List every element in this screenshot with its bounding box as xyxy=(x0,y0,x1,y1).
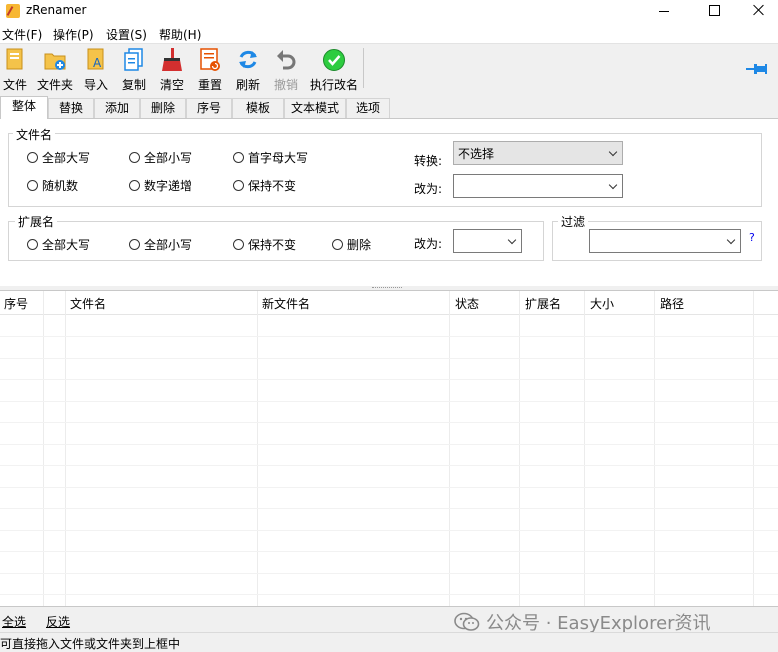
undo-icon xyxy=(277,50,296,70)
grid-row-line xyxy=(0,487,778,488)
chevron-down-icon xyxy=(608,180,618,190)
tab-sequence[interactable]: 序号 xyxy=(186,98,232,118)
tab-options[interactable]: 选项 xyxy=(346,98,390,118)
import-icon: A xyxy=(87,48,104,70)
minimize-button[interactable] xyxy=(640,0,686,22)
import-button[interactable]: A 导入 xyxy=(81,46,111,92)
extension-group-title: 扩展名 xyxy=(15,213,58,230)
tab-bar: 整体 替换 添加 删除 序号 模板 文本模式 选项 xyxy=(0,96,778,119)
convert-select[interactable]: 不选择 xyxy=(453,141,623,165)
tab-delete[interactable]: 删除 xyxy=(140,98,186,118)
ext-uppercase-radio[interactable]: 全部大写 xyxy=(27,236,90,253)
undo-button[interactable]: 撤销 xyxy=(271,46,301,92)
folder-add-icon xyxy=(44,53,66,70)
grid-row-line xyxy=(0,551,778,552)
tab-add[interactable]: 添加 xyxy=(94,98,140,118)
filename-uppercase-radio[interactable]: 全部大写 xyxy=(27,149,90,166)
grid-row-line xyxy=(0,594,778,595)
filename-lowercase-radio[interactable]: 全部小写 xyxy=(129,149,192,166)
ext-lowercase-radio[interactable]: 全部小写 xyxy=(129,236,192,253)
copy-button[interactable]: 复制 xyxy=(119,46,149,92)
filename-group-title: 文件名 xyxy=(13,126,56,143)
wechat-icon xyxy=(454,612,480,631)
title-bar: zRenamer xyxy=(0,0,778,22)
close-button[interactable] xyxy=(736,0,778,22)
select-all-link[interactable]: 全选 xyxy=(2,613,26,630)
filter-group-title: 过滤 xyxy=(558,213,589,230)
window-title: zRenamer xyxy=(26,3,87,17)
copy-icon xyxy=(124,48,143,71)
col-index[interactable]: 序号 xyxy=(4,295,28,312)
grid-row-line xyxy=(0,465,778,466)
toolbar: 文件 文件夹 A 导入 复制 清空 重置 刷新 撤销 执行改名 xyxy=(0,44,778,92)
file-button[interactable]: 文件 xyxy=(0,46,30,92)
grid-row-line xyxy=(0,444,778,445)
clear-button[interactable]: 清空 xyxy=(157,46,187,92)
col-new-filename[interactable]: 新文件名 xyxy=(262,295,310,312)
filename-keep-radio[interactable]: 保持不变 xyxy=(233,177,296,194)
filename-change-label: 改为: xyxy=(414,182,443,196)
menu-settings[interactable]: 设置(S) xyxy=(106,26,147,43)
grid-row-line xyxy=(0,422,778,423)
col-extension[interactable]: 扩展名 xyxy=(525,295,561,312)
convert-label: 转换: xyxy=(414,154,443,168)
toolbar-separator xyxy=(363,48,364,88)
filename-capitalize-radio[interactable]: 首字母大写 xyxy=(233,149,308,166)
filename-random-radio[interactable]: 随机数 xyxy=(27,177,78,194)
status-bar: 可直接拖入文件或文件夹到上框中 xyxy=(0,632,778,651)
grid-header: 序号 文件名 新文件名 状态 扩展名 大小 路径 xyxy=(0,291,778,315)
menu-help[interactable]: 帮助(H) xyxy=(159,26,201,43)
file-icon xyxy=(6,48,23,70)
grid-row-line xyxy=(0,358,778,359)
maximize-button[interactable] xyxy=(690,0,736,22)
file-grid[interactable]: 序号 文件名 新文件名 状态 扩展名 大小 路径 xyxy=(0,290,778,606)
grid-row-line xyxy=(0,530,778,531)
menu-operation[interactable]: 操作(P) xyxy=(53,26,94,43)
chevron-down-icon xyxy=(726,235,736,245)
grid-row-line xyxy=(0,401,778,402)
execute-rename-button[interactable]: 执行改名 xyxy=(308,46,360,92)
refresh-icon xyxy=(239,50,257,69)
tab-text-mode[interactable]: 文本模式 xyxy=(284,98,346,118)
grid-row-line xyxy=(0,573,778,574)
grid-row-line xyxy=(0,508,778,509)
refresh-button[interactable]: 刷新 xyxy=(233,46,263,92)
filter-help-link[interactable]: ? xyxy=(749,231,755,244)
invert-selection-link[interactable]: 反选 xyxy=(46,613,70,630)
app-icon xyxy=(6,4,20,18)
folder-button[interactable]: 文件夹 xyxy=(35,46,75,92)
menu-bar: 文件(F) 操作(P) 设置(S) 帮助(H) xyxy=(0,22,778,44)
ext-keep-radio[interactable]: 保持不变 xyxy=(233,236,296,253)
grid-row-line xyxy=(0,379,778,380)
menu-file[interactable]: 文件(F) xyxy=(2,26,42,43)
tab-overall[interactable]: 整体 xyxy=(0,96,48,119)
chevron-down-icon xyxy=(608,147,618,157)
col-filename[interactable]: 文件名 xyxy=(70,295,106,312)
pin-icon[interactable] xyxy=(746,62,768,76)
filename-group xyxy=(8,133,762,207)
ext-delete-radio[interactable]: 删除 xyxy=(332,236,371,253)
filename-change-select[interactable] xyxy=(453,174,623,198)
col-status[interactable]: 状态 xyxy=(455,295,479,312)
ext-change-label: 改为: xyxy=(414,237,443,251)
check-icon xyxy=(323,49,345,71)
reset-button[interactable]: 重置 xyxy=(195,46,225,92)
broom-icon xyxy=(162,48,182,71)
ext-change-select[interactable] xyxy=(453,229,522,253)
chevron-down-icon xyxy=(507,235,517,245)
status-text: 可直接拖入文件或文件夹到上框中 xyxy=(0,637,181,651)
grid-row-line xyxy=(0,336,778,337)
col-size[interactable]: 大小 xyxy=(590,295,614,312)
col-path[interactable]: 路径 xyxy=(660,295,684,312)
reset-icon xyxy=(200,48,220,71)
overall-panel: 文件名 全部大写 全部小写 首字母大写 随机数 数字递增 保持不变 转换: 不选… xyxy=(0,118,778,286)
filter-select[interactable] xyxy=(589,229,741,253)
tab-template[interactable]: 模板 xyxy=(232,98,284,118)
svg-text:A: A xyxy=(93,56,102,70)
tab-replace[interactable]: 替换 xyxy=(48,98,94,118)
filename-increment-radio[interactable]: 数字递增 xyxy=(129,177,192,194)
